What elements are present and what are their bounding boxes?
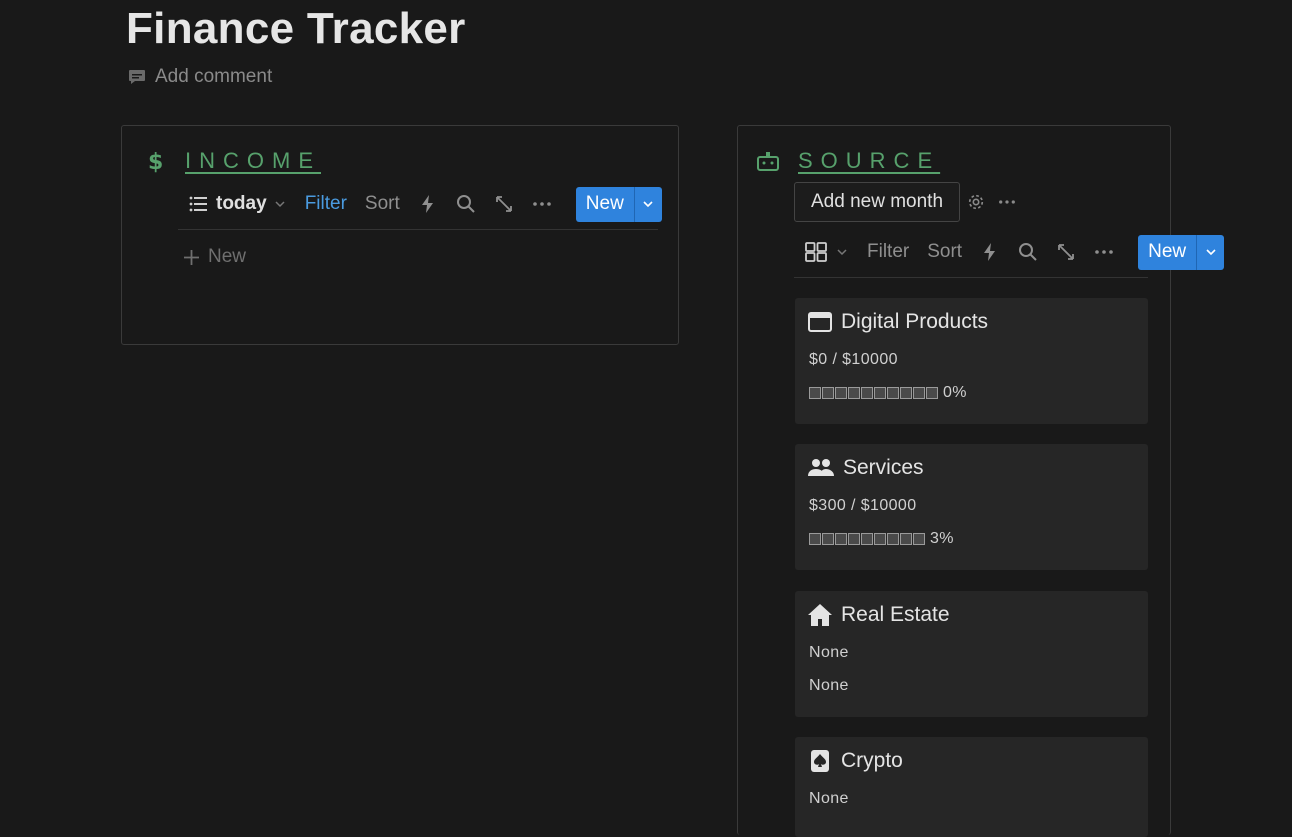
house-icon [808, 604, 832, 626]
card-amount: $300 / $10000 [809, 497, 917, 514]
comment-icon [129, 70, 145, 84]
expand-icon[interactable] [494, 194, 514, 214]
card-title: Real Estate [808, 603, 950, 627]
source-card-crypto[interactable]: Crypto None [795, 737, 1148, 837]
income-add-new-row[interactable]: New [183, 246, 246, 268]
source-filter-button[interactable]: Filter [867, 241, 909, 263]
browser-window-icon [808, 312, 832, 332]
income-new-dropdown[interactable] [633, 186, 662, 222]
lightning-icon[interactable] [418, 194, 438, 214]
expand-icon[interactable] [1056, 242, 1076, 262]
plus-icon [184, 249, 199, 265]
lightning-icon[interactable] [980, 242, 1000, 262]
people-icon [808, 459, 834, 476]
source-sort-button[interactable]: Sort [927, 241, 962, 263]
source-card-digital-products[interactable]: Digital Products $0 / $10000 0% [795, 298, 1148, 424]
add-comment-button[interactable]: Add comment [127, 66, 272, 88]
chevron-down-icon [643, 201, 653, 208]
income-view-selector[interactable]: today [188, 193, 287, 215]
income-sort-button[interactable]: Sort [365, 193, 400, 215]
income-add-new-label: New [208, 246, 247, 267]
chevron-down-icon [837, 249, 847, 256]
progress-percent: 0% [943, 384, 967, 401]
more-icon[interactable] [1094, 242, 1114, 262]
svg-text:$: $ [148, 150, 163, 173]
source-card-real-estate[interactable]: Real Estate None None [795, 591, 1148, 717]
list-icon [189, 196, 207, 212]
income-heading: $ INCOME [143, 148, 321, 174]
card-title: Services [808, 456, 924, 480]
income-filter-button[interactable]: Filter [305, 193, 347, 215]
source-new-dropdown[interactable] [1196, 234, 1224, 270]
search-icon[interactable] [1018, 242, 1038, 262]
source-heading-label: SOURCE [798, 148, 941, 173]
page-title: Finance Tracker [126, 4, 466, 53]
add-comment-label: Add comment [155, 66, 273, 87]
card-progress: 3% [809, 530, 954, 548]
spade-card-icon [811, 750, 829, 772]
progress-percent: 3% [930, 530, 954, 547]
income-divider [178, 229, 658, 230]
income-toolbar: today Filter Sort New [188, 186, 662, 222]
gallery-icon [805, 242, 827, 262]
source-new-button[interactable]: New [1138, 235, 1196, 270]
source-card-services[interactable]: Services $300 / $10000 3% [795, 444, 1148, 570]
source-divider [794, 277, 1148, 278]
card-progress: 0% [809, 384, 967, 402]
card-title: Crypto [808, 749, 903, 773]
card-amount: $0 / $10000 [809, 351, 898, 368]
source-toolbar: Filter Sort New [805, 234, 1225, 270]
progress-bar [809, 386, 938, 399]
card-amount: None [809, 644, 849, 661]
cash-register-icon [757, 152, 779, 171]
source-view-selector[interactable] [805, 242, 849, 262]
progress-bar [809, 532, 925, 545]
search-icon[interactable] [456, 194, 476, 214]
source-new-split-button: New [1138, 234, 1225, 270]
income-new-split-button: New [575, 186, 662, 222]
card-progress: None [809, 677, 849, 694]
source-heading: SOURCE [756, 148, 940, 174]
income-new-button[interactable]: New [576, 187, 634, 222]
card-title: Digital Products [808, 310, 988, 334]
income-heading-label: INCOME [185, 148, 321, 173]
card-title-label: Crypto [841, 749, 903, 772]
more-icon[interactable] [532, 194, 552, 214]
gear-icon[interactable] [967, 193, 985, 211]
more-icon[interactable] [997, 193, 1017, 211]
chevron-down-icon [1206, 249, 1216, 256]
add-new-month-button[interactable]: Add new month [794, 182, 961, 222]
dollar-icon: $ [148, 150, 163, 173]
card-title-label: Real Estate [841, 603, 950, 626]
card-title-label: Services [843, 456, 924, 479]
card-title-label: Digital Products [841, 310, 989, 333]
income-view-name: today [216, 193, 267, 214]
chevron-down-icon [275, 201, 285, 208]
card-amount: None [809, 790, 849, 807]
